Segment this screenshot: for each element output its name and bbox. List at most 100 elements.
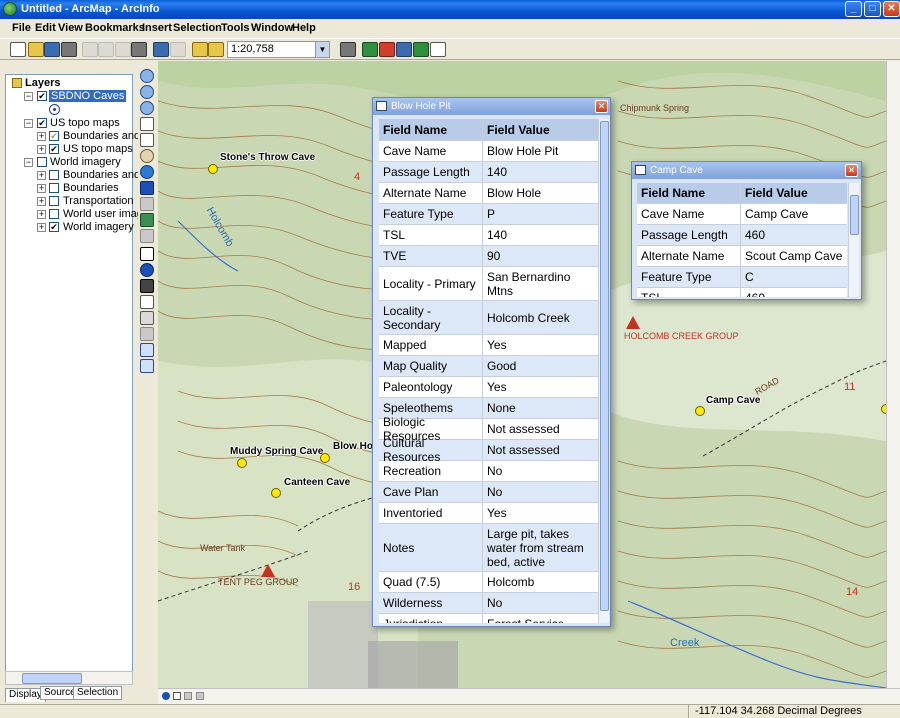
zoom-in-icon[interactable] [140, 69, 154, 83]
layer-checkbox-world-user-imagery[interactable] [49, 209, 59, 219]
expand-icon[interactable]: + [37, 210, 46, 219]
delete-icon[interactable] [131, 42, 147, 57]
layer-checkbox-us-topo[interactable]: ✔ [37, 118, 47, 128]
collapse-icon[interactable]: − [24, 92, 33, 101]
go-to-xy-icon[interactable] [140, 295, 154, 309]
layer-sbdno-caves[interactable]: SBDNO Caves [49, 90, 127, 103]
refresh-icon[interactable] [184, 692, 192, 700]
layer-boundaries-and[interactable]: Boundaries and [63, 130, 140, 143]
find-binoculars-icon[interactable] [140, 279, 154, 293]
time-slider-icon[interactable] [140, 359, 154, 373]
popup-title-bar[interactable]: Blow Hole Pit ✕ [373, 98, 610, 115]
fixed-zoom-out-icon[interactable] [140, 133, 154, 147]
cave-point-camp-cave[interactable] [695, 406, 705, 416]
menu-edit[interactable]: Edit [35, 22, 56, 34]
menu-bookmarks[interactable]: Bookmarks [85, 22, 145, 34]
close-icon[interactable]: ✕ [845, 164, 858, 177]
html-popup-icon[interactable] [140, 343, 154, 357]
minimize-button[interactable]: _ [845, 1, 862, 17]
menu-view[interactable]: View [58, 22, 83, 34]
cut-icon[interactable] [82, 42, 98, 57]
close-button[interactable]: ✕ [883, 1, 900, 17]
layer-us-topo-maps-sub[interactable]: US topo maps [63, 143, 133, 156]
back-arrow-icon[interactable] [140, 181, 154, 195]
popup-vertical-scrollbar[interactable] [598, 119, 609, 623]
expand-icon[interactable]: + [37, 132, 46, 141]
cave-point-stones-throw[interactable] [208, 164, 218, 174]
pan-hand-icon[interactable] [140, 149, 154, 163]
paste-icon[interactable] [115, 42, 131, 57]
expand-icon[interactable]: + [37, 223, 46, 232]
menu-selection[interactable]: Selection [173, 22, 222, 34]
menu-help[interactable]: Help [292, 22, 316, 34]
expand-icon[interactable]: + [37, 145, 46, 154]
maximize-button[interactable]: □ [864, 1, 881, 17]
popup-title-bar[interactable]: Camp Cave ✕ [632, 162, 861, 179]
whats-this-icon[interactable] [430, 42, 446, 57]
expand-icon[interactable]: + [37, 184, 46, 193]
collapse-icon[interactable]: − [24, 119, 33, 128]
expand-icon[interactable]: + [37, 171, 46, 180]
layer-boundaries-and-2[interactable]: Boundaries and [63, 169, 140, 182]
redo-icon[interactable] [170, 42, 186, 57]
layer-world-user-imagery[interactable]: World user imag [63, 208, 143, 221]
add-data-icon[interactable] [192, 42, 208, 57]
zoom-out-icon[interactable] [140, 85, 154, 99]
clear-selection-icon[interactable] [140, 229, 154, 243]
undo-icon[interactable] [153, 42, 169, 57]
close-icon[interactable]: ✕ [595, 100, 608, 113]
toc-root-label[interactable]: Layers [25, 77, 60, 90]
add-data-arrow-icon[interactable] [208, 42, 224, 57]
layer-checkbox-boundaries-and[interactable]: ✔ [49, 131, 59, 141]
layer-boundaries[interactable]: Boundaries [63, 182, 119, 195]
layer-checkbox-world-imagery[interactable] [37, 157, 47, 167]
new-document-icon[interactable] [10, 42, 26, 57]
scrollbar-thumb[interactable] [22, 673, 82, 684]
layer-checkbox-us-topo-sub[interactable]: ✔ [49, 144, 59, 154]
cave-point-blow-hole[interactable] [320, 453, 330, 463]
toc-horizontal-scrollbar[interactable] [5, 671, 133, 685]
hyperlink-icon[interactable] [140, 327, 154, 341]
popup-vertical-scrollbar[interactable] [848, 183, 859, 297]
tab-selection[interactable]: Selection [73, 686, 123, 700]
layer-checkbox-world-imagery-sub[interactable]: ✔ [49, 222, 59, 232]
layer-transportation[interactable]: Transportation [63, 195, 134, 208]
identify-icon[interactable] [140, 263, 154, 277]
expand-icon[interactable]: + [37, 197, 46, 206]
menu-window[interactable]: Window [251, 22, 293, 34]
menu-tools[interactable]: Tools [221, 22, 250, 34]
editor-toolbar-icon[interactable] [340, 42, 356, 57]
model-builder-icon[interactable] [413, 42, 429, 57]
measure-icon[interactable] [140, 311, 154, 325]
identify-popup-blow-hole[interactable]: Blow Hole Pit ✕ Field Name Field Value C… [372, 97, 611, 627]
layer-us-topo-maps[interactable]: US topo maps [50, 117, 120, 130]
layer-checkbox-sbdno-caves[interactable]: ✔ [37, 91, 47, 101]
arccatalog-icon[interactable] [379, 42, 395, 57]
layout-view-icon[interactable] [173, 692, 181, 700]
full-extent-globe-icon[interactable] [140, 165, 154, 179]
fixed-zoom-in-icon[interactable] [140, 117, 154, 131]
map-scale-combo[interactable]: 1:20,758 ▼ [227, 41, 330, 58]
layer-checkbox-boundaries[interactable] [49, 183, 59, 193]
map-vertical-scrollbar[interactable] [886, 61, 900, 688]
menu-insert[interactable]: Insert [142, 22, 172, 34]
layer-checkbox-transportation[interactable] [49, 196, 59, 206]
pause-drawing-icon[interactable] [196, 692, 204, 700]
scrollbar-thumb[interactable] [600, 121, 609, 611]
arctoolbox-icon[interactable] [362, 42, 378, 57]
copy-icon[interactable] [98, 42, 114, 57]
chevron-down-icon[interactable]: ▼ [315, 42, 329, 57]
zoom-out-alt-icon[interactable] [140, 101, 154, 115]
menu-file[interactable]: File [12, 22, 31, 34]
collapse-icon[interactable]: − [24, 158, 33, 167]
layer-checkbox-boundaries-and-2[interactable] [49, 170, 59, 180]
identify-popup-camp-cave[interactable]: Camp Cave ✕ Field Name Field Value Cave … [631, 161, 862, 300]
data-view-icon[interactable] [162, 692, 170, 700]
select-elements-icon[interactable] [140, 247, 154, 261]
forward-arrow-icon[interactable] [140, 197, 154, 211]
command-line-icon[interactable] [396, 42, 412, 57]
cave-point-canteen[interactable] [271, 488, 281, 498]
scrollbar-thumb[interactable] [850, 195, 859, 235]
layer-world-imagery[interactable]: World imagery [50, 156, 121, 169]
save-icon[interactable] [44, 42, 60, 57]
